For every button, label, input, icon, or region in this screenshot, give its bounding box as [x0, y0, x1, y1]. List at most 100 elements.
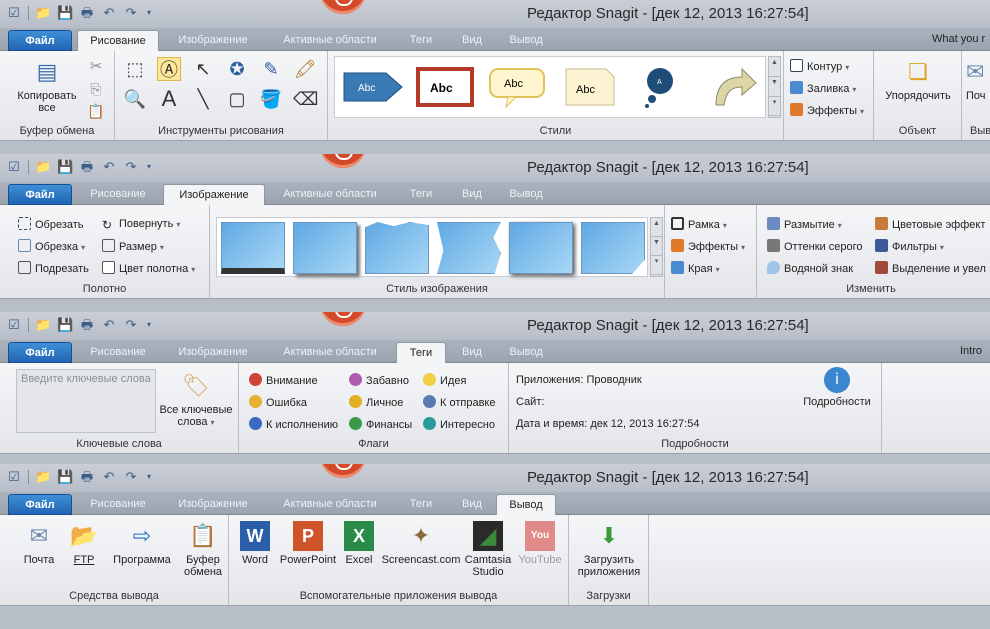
- select-icon[interactable]: ☑: [6, 5, 22, 21]
- shape-icon[interactable]: ▢: [225, 87, 249, 111]
- crop-button[interactable]: Обрезать: [18, 217, 84, 232]
- redo-icon[interactable]: ↷: [123, 469, 139, 485]
- print-icon[interactable]: 🖶: [79, 5, 95, 21]
- watermark-button[interactable]: Водяной знак: [767, 261, 853, 276]
- tab-drawing[interactable]: Рисование: [77, 342, 159, 363]
- image-style-4[interactable]: [437, 222, 501, 274]
- youtube-button[interactable]: You YouTube: [513, 521, 567, 566]
- image-style-1[interactable]: [221, 222, 285, 274]
- flag-error[interactable]: Ошибка: [249, 395, 307, 410]
- snagit-logo[interactable]: [320, 464, 366, 478]
- customize-qat-icon[interactable]: ▾: [145, 317, 153, 333]
- camtasia-button[interactable]: ◢ Camtasia Studio: [461, 521, 515, 578]
- arrange-button[interactable]: ❏ Упорядочить: [876, 57, 960, 102]
- download-apps-button[interactable]: ⬇ Загрузить приложения: [571, 521, 647, 578]
- flag-to-send[interactable]: К отправке: [423, 395, 495, 410]
- cut-icon[interactable]: ✂: [84, 55, 108, 79]
- tab-view[interactable]: Вид: [450, 494, 494, 515]
- clipboard-output-button[interactable]: 📋 Буфер обмена: [178, 521, 228, 578]
- styles-gallery-scroll[interactable]: ▲ ▼ ▾: [768, 56, 781, 118]
- blur-button[interactable]: Размытие ▾: [767, 217, 842, 233]
- style-red-box[interactable]: Abc: [413, 63, 477, 111]
- program-button[interactable]: ⇨ Программа: [106, 521, 178, 566]
- screencast-button[interactable]: ✦ Screencast.com: [379, 521, 463, 566]
- style-curved-arrow[interactable]: [701, 63, 765, 111]
- trim-button[interactable]: Обрезка ▾: [18, 239, 85, 255]
- help-intro-text[interactable]: Intro: [960, 345, 982, 357]
- undo-icon[interactable]: ↶: [101, 159, 117, 175]
- image-style-2[interactable]: [293, 222, 357, 274]
- help-search-text[interactable]: What you r: [932, 33, 985, 45]
- selection-icon[interactable]: ⬚: [123, 57, 147, 81]
- tab-image[interactable]: Изображение: [163, 494, 263, 515]
- all-keywords-button[interactable]: 🏷 Все ключевые слова ▾: [156, 371, 236, 429]
- resize-button[interactable]: Размер ▾: [102, 239, 164, 255]
- copy-icon[interactable]: ⎘: [84, 77, 108, 101]
- redo-icon[interactable]: ↷: [123, 159, 139, 175]
- customize-qat-icon[interactable]: ▾: [145, 5, 153, 21]
- image-style-5[interactable]: [509, 222, 573, 274]
- tab-tags[interactable]: Теги: [398, 184, 444, 205]
- tab-drawing[interactable]: Рисование: [77, 184, 159, 205]
- tab-image[interactable]: Изображение: [163, 342, 263, 363]
- tab-tags[interactable]: Теги: [398, 30, 444, 51]
- partial-email-button[interactable]: ✉ Поч: [966, 57, 990, 102]
- tab-hotspots[interactable]: Активные области: [268, 494, 392, 515]
- effects-button[interactable]: Эффекты ▾: [790, 103, 864, 119]
- pen-icon[interactable]: ✎: [259, 57, 283, 81]
- grayscale-button[interactable]: Оттенки серого: [767, 239, 862, 254]
- fill-icon[interactable]: 🪣: [259, 87, 283, 111]
- open-folder-icon[interactable]: 📁: [35, 159, 51, 175]
- spotlight-button[interactable]: Выделение и увел: [875, 261, 986, 276]
- save-icon[interactable]: 💾: [57, 317, 73, 333]
- redo-icon[interactable]: ↷: [123, 5, 139, 21]
- flag-finance[interactable]: Финансы: [349, 417, 412, 432]
- paste-icon[interactable]: 📋: [84, 99, 108, 123]
- tab-view[interactable]: Вид: [450, 184, 494, 205]
- powerpoint-button[interactable]: P PowerPoint: [275, 521, 341, 566]
- text-icon[interactable]: A: [157, 87, 181, 111]
- redo-icon[interactable]: ↷: [123, 317, 139, 333]
- save-icon[interactable]: 💾: [57, 469, 73, 485]
- undo-icon[interactable]: ↶: [101, 5, 117, 21]
- ftp-button[interactable]: 📂 FTP: [62, 521, 106, 566]
- style-blue-arrow[interactable]: Abc: [341, 63, 405, 111]
- tab-output[interactable]: Вывод: [498, 342, 554, 363]
- flag-idea[interactable]: Идея: [423, 373, 466, 388]
- tab-tags[interactable]: Теги: [396, 342, 446, 364]
- border-button[interactable]: Рамка ▾: [671, 217, 727, 233]
- customize-qat-icon[interactable]: ▾: [145, 469, 153, 485]
- magnify-icon[interactable]: 🔍: [123, 87, 147, 111]
- rotate-button[interactable]: ↻ Повернуть ▾: [102, 217, 180, 232]
- flag-funny[interactable]: Забавно: [349, 373, 409, 388]
- flag-attention[interactable]: Внимание: [249, 373, 318, 388]
- tab-output[interactable]: Вывод: [498, 30, 554, 51]
- open-folder-icon[interactable]: 📁: [35, 317, 51, 333]
- tab-file[interactable]: Файл: [8, 342, 72, 363]
- fill-button[interactable]: Заливка ▾: [790, 81, 856, 97]
- save-icon[interactable]: 💾: [57, 159, 73, 175]
- tab-hotspots[interactable]: Активные области: [268, 184, 392, 205]
- stamp-icon[interactable]: ✪: [225, 57, 249, 81]
- details-button[interactable]: i Подробности: [795, 367, 879, 408]
- open-folder-icon[interactable]: 📁: [35, 5, 51, 21]
- print-icon[interactable]: 🖶: [79, 317, 95, 333]
- email-button[interactable]: ✉ Почта: [12, 521, 66, 566]
- style-note[interactable]: Abc: [557, 63, 621, 111]
- print-icon[interactable]: 🖶: [79, 469, 95, 485]
- canvas-color-button[interactable]: Цвет полотна ▾: [102, 261, 195, 277]
- image-style-3[interactable]: [365, 222, 429, 274]
- filters-button[interactable]: Фильтры ▾: [875, 239, 944, 255]
- tab-output[interactable]: Вывод: [498, 184, 554, 205]
- tab-image[interactable]: Изображение: [163, 184, 265, 206]
- image-effects-button[interactable]: Эффекты ▾: [671, 239, 745, 255]
- select-icon[interactable]: ☑: [6, 317, 22, 333]
- flag-personal[interactable]: Личное: [349, 395, 403, 410]
- arrow-icon[interactable]: ↖: [191, 57, 215, 81]
- save-icon[interactable]: 💾: [57, 5, 73, 21]
- customize-qat-icon[interactable]: ▾: [145, 159, 153, 175]
- tab-file[interactable]: Файл: [8, 30, 72, 51]
- flag-todo[interactable]: К исполнению: [249, 417, 338, 432]
- tab-drawing[interactable]: Рисование: [77, 494, 159, 515]
- highlight-icon[interactable]: 🖍: [293, 57, 317, 81]
